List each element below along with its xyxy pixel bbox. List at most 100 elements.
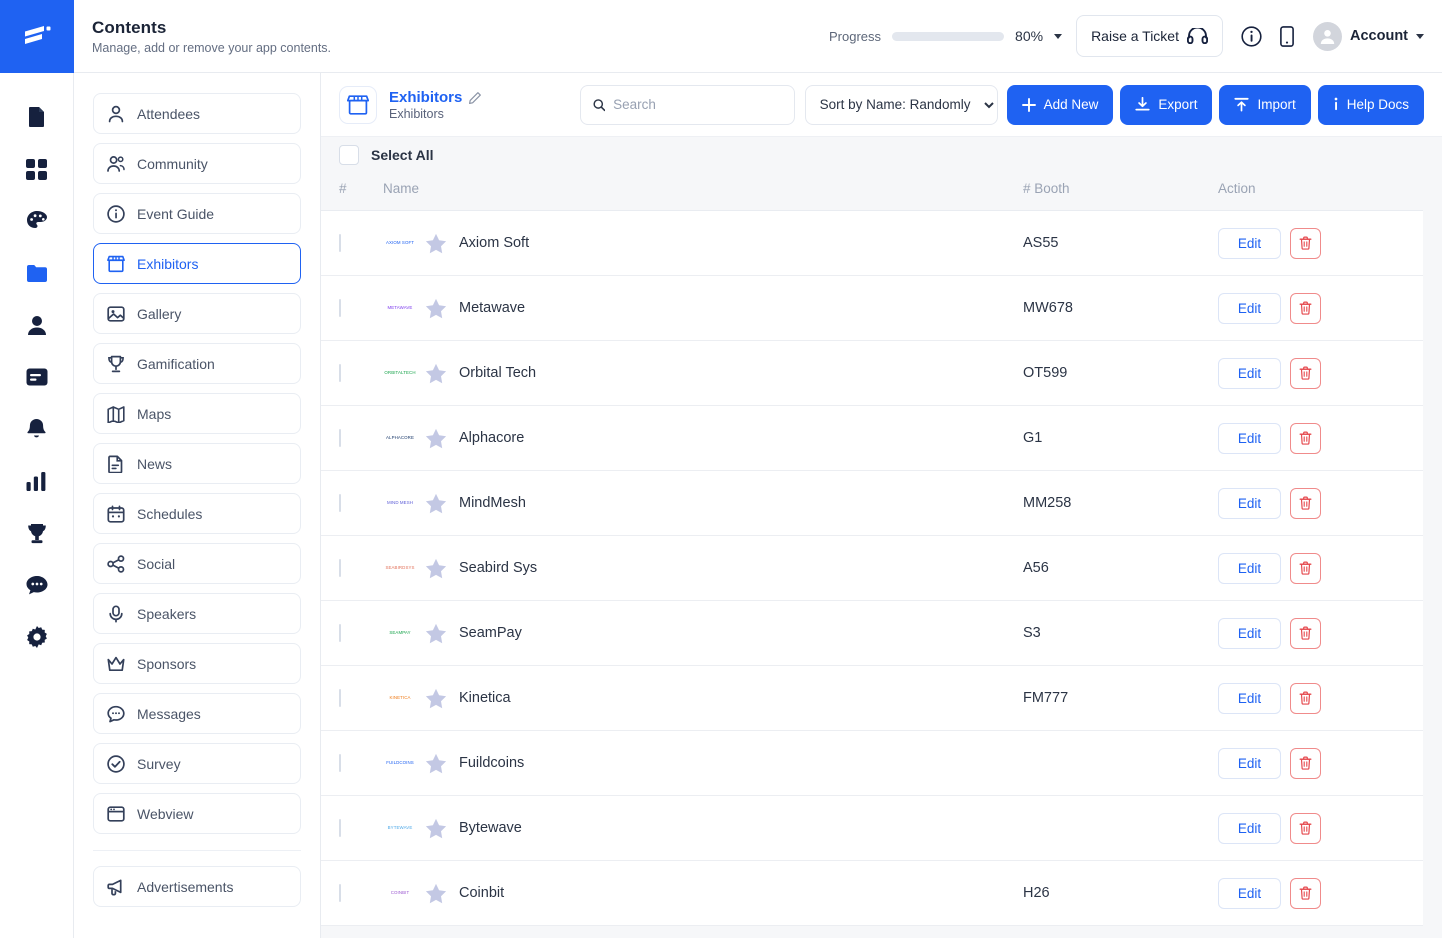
menu-item-survey[interactable]: Survey [93, 743, 301, 784]
table-row[interactable]: AXIOM SOFT Axiom Soft AS55 Edit [321, 210, 1423, 276]
row-checkbox[interactable] [339, 364, 341, 382]
menu-item-schedules[interactable]: Schedules [93, 493, 301, 534]
row-checkbox[interactable] [339, 819, 341, 837]
delete-button[interactable] [1290, 617, 1321, 649]
add-new-button[interactable]: Add New [1006, 84, 1114, 125]
menu-item-social[interactable]: Social [93, 543, 301, 584]
delete-button[interactable] [1290, 552, 1321, 584]
account-menu[interactable]: Account [1313, 21, 1424, 51]
star-icon[interactable] [425, 493, 447, 514]
star-icon[interactable] [425, 233, 447, 254]
pencil-icon[interactable] [469, 91, 482, 104]
chevron-down-icon[interactable] [1054, 33, 1063, 39]
menu-item-exhibitors[interactable]: Exhibitors [93, 243, 301, 284]
delete-button[interactable] [1290, 227, 1321, 259]
edit-button[interactable]: Edit [1218, 487, 1281, 519]
edit-button[interactable]: Edit [1218, 812, 1281, 844]
rail-item-settings[interactable] [11, 611, 63, 663]
star-icon[interactable] [425, 623, 447, 644]
delete-button[interactable] [1290, 682, 1321, 714]
delete-button[interactable] [1290, 877, 1321, 909]
table-row[interactable]: ALPHACORE Alphacore G1 Edit [321, 405, 1423, 471]
delete-button[interactable] [1290, 812, 1321, 844]
import-button[interactable]: Import [1219, 84, 1311, 125]
menu-item-advertisements[interactable]: Advertisements [93, 866, 301, 907]
edit-button[interactable]: Edit [1218, 877, 1281, 909]
menu-item-attendees[interactable]: Attendees [93, 93, 301, 134]
star-icon[interactable] [425, 753, 447, 774]
select-all-checkbox[interactable] [339, 145, 359, 165]
app-logo[interactable] [0, 0, 74, 73]
search-box[interactable] [579, 84, 795, 125]
row-checkbox[interactable] [339, 494, 341, 512]
table-row[interactable]: FUILDCOINS Fuildcoins Edit [321, 730, 1423, 796]
edit-button[interactable]: Edit [1218, 422, 1281, 454]
rail-item-notifications[interactable] [11, 403, 63, 455]
delete-button[interactable] [1290, 747, 1321, 779]
chevron-down-icon[interactable] [1416, 33, 1424, 39]
star-icon[interactable] [425, 428, 447, 449]
edit-button[interactable]: Edit [1218, 617, 1281, 649]
row-checkbox[interactable] [339, 754, 341, 772]
star-icon[interactable] [425, 558, 447, 579]
rail-item-analytics[interactable] [11, 455, 63, 507]
rail-item-people[interactable] [11, 299, 63, 351]
table-row[interactable]: MIND MESH MindMesh MM258 Edit [321, 470, 1423, 536]
help-docs-button[interactable]: Help Docs [1317, 84, 1424, 125]
row-checkbox[interactable] [339, 429, 341, 447]
edit-button[interactable]: Edit [1218, 227, 1281, 259]
rail-item-dashboard[interactable] [11, 143, 63, 195]
star-icon[interactable] [425, 883, 447, 904]
rail-item-cards[interactable] [11, 351, 63, 403]
table-row[interactable]: METAWAVE Metawave MW678 Edit [321, 275, 1423, 341]
menu-item-news[interactable]: News [93, 443, 301, 484]
menu-item-webview[interactable]: Webview [93, 793, 301, 834]
delete-button[interactable] [1290, 292, 1321, 324]
table-row[interactable]: KINETICA Kinetica FM777 Edit [321, 665, 1423, 731]
menu-item-sponsors[interactable]: Sponsors [93, 643, 301, 684]
table-row[interactable]: SEAMPAY SeamPay S3 Edit [321, 600, 1423, 666]
menu-item-community[interactable]: Community [93, 143, 301, 184]
table-row[interactable]: ORBITALTECH Orbital Tech OT599 Edit [321, 340, 1423, 406]
info-button[interactable] [1233, 18, 1269, 54]
mobile-preview-button[interactable] [1269, 18, 1305, 54]
menu-item-speakers[interactable]: Speakers [93, 593, 301, 634]
rail-item-documents[interactable] [11, 91, 63, 143]
progress-indicator[interactable]: Progress 80% [829, 28, 1063, 44]
row-checkbox[interactable] [339, 234, 341, 252]
menu-item-messages[interactable]: Messages [93, 693, 301, 734]
edit-button[interactable]: Edit [1218, 552, 1281, 584]
search-input[interactable] [613, 97, 782, 112]
delete-button[interactable] [1290, 422, 1321, 454]
edit-button[interactable]: Edit [1218, 357, 1281, 389]
star-icon[interactable] [425, 688, 447, 709]
menu-item-gallery[interactable]: Gallery [93, 293, 301, 334]
star-icon[interactable] [425, 818, 447, 839]
star-icon[interactable] [425, 298, 447, 319]
delete-button[interactable] [1290, 487, 1321, 519]
edit-button[interactable]: Edit [1218, 682, 1281, 714]
edit-button[interactable]: Edit [1218, 292, 1281, 324]
export-button[interactable]: Export [1120, 84, 1213, 125]
menu-item-maps[interactable]: Maps [93, 393, 301, 434]
rail-item-appearance[interactable] [11, 195, 63, 247]
delete-button[interactable] [1290, 357, 1321, 389]
rail-item-gamification[interactable] [11, 507, 63, 559]
menu-item-event-guide[interactable]: Event Guide [93, 193, 301, 234]
star-icon[interactable] [425, 363, 447, 384]
raise-ticket-button[interactable]: Raise a Ticket [1076, 15, 1223, 57]
table-row[interactable]: BYTEWAVE Bytewave Edit [321, 795, 1423, 861]
table-row[interactable]: SEABIRDSYS Seabird Sys A56 Edit [321, 535, 1423, 601]
rail-item-contents[interactable] [11, 247, 63, 299]
sort-select[interactable]: Sort by Name: Randomly [804, 84, 998, 125]
row-checkbox[interactable] [339, 299, 341, 317]
table-scroll[interactable]: # Name # Booth Action AXIOM SOFT Axiom So… [321, 173, 1442, 938]
edit-button[interactable]: Edit [1218, 747, 1281, 779]
table-row[interactable]: COINBIT Coinbit H26 Edit [321, 860, 1423, 926]
rail-item-messages[interactable] [11, 559, 63, 611]
row-checkbox[interactable] [339, 624, 341, 642]
row-checkbox[interactable] [339, 884, 341, 902]
row-checkbox[interactable] [339, 559, 341, 577]
row-checkbox[interactable] [339, 689, 341, 707]
menu-item-gamification[interactable]: Gamification [93, 343, 301, 384]
